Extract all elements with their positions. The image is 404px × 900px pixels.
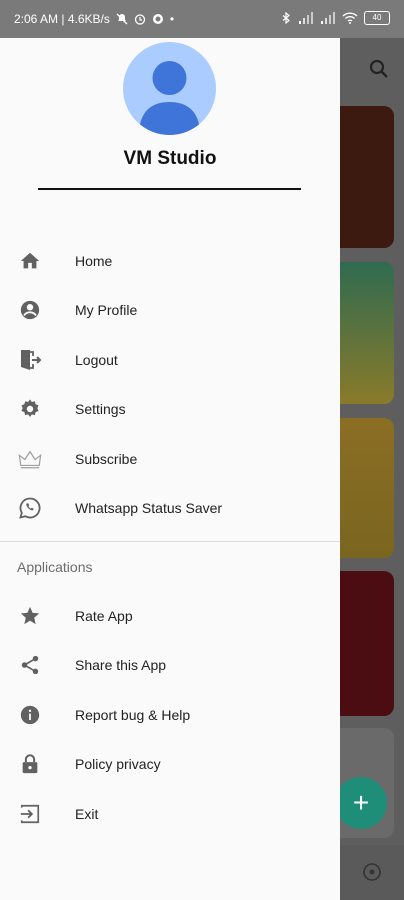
background-app [340, 38, 404, 900]
avatar[interactable] [123, 42, 216, 135]
wifi-icon [342, 12, 358, 24]
menu-item-report-bug[interactable]: Report bug & Help [0, 690, 340, 740]
home-icon [18, 249, 42, 273]
lock-icon [18, 752, 42, 776]
share-icon [18, 653, 42, 677]
menu-item-label: Home [75, 252, 113, 269]
menu-item-label: Subscribe [75, 450, 138, 467]
background-card-2 [340, 262, 394, 404]
menu-item-policy-privacy[interactable]: Policy privacy [0, 740, 340, 790]
section-divider [0, 541, 340, 542]
background-card-1 [340, 106, 394, 248]
whatsapp-icon [18, 496, 42, 520]
crown-icon [18, 447, 42, 471]
menu-item-my-profile[interactable]: My Profile [0, 286, 340, 336]
add-fab-button[interactable]: + [335, 777, 387, 829]
menu-item-logout[interactable]: Logout [0, 335, 340, 385]
gear-icon [18, 397, 42, 421]
person-icon [139, 61, 200, 135]
signal-icon [299, 12, 313, 24]
bluetooth-icon [282, 12, 290, 24]
applications-menu: Rate App Share this App Report bug & Hel… [0, 591, 340, 839]
profile-name: VM Studio [123, 148, 217, 169]
exit-icon [18, 802, 42, 826]
section-title-applications: Applications [17, 559, 93, 575]
menu-item-exit[interactable]: Exit [0, 789, 340, 839]
menu-item-whatsapp-status-saver[interactable]: Whatsapp Status Saver [0, 484, 340, 534]
alarm-icon [134, 14, 145, 25]
menu-item-label: Logout [75, 351, 118, 368]
menu-item-label: Share this App [75, 657, 167, 674]
menu-item-label: Report bug & Help [75, 706, 191, 723]
menu-item-label: Whatsapp Status Saver [75, 500, 223, 517]
menu-item-label: Settings [75, 401, 126, 418]
main-menu: Home My Profile Logout Settings Subscrib… [0, 236, 340, 533]
menu-item-subscribe[interactable]: Subscribe [0, 434, 340, 484]
menu-item-label: Policy privacy [75, 756, 161, 773]
status-bar: 2:06 AM | 4.6KB/s • 40 [0, 0, 404, 38]
background-card-4 [340, 571, 394, 716]
battery-icon: 40 [364, 11, 390, 25]
more-dot-icon: • [169, 12, 175, 26]
background-card-3 [340, 418, 394, 558]
logout-door-icon [18, 348, 42, 372]
app-notification-icon [152, 14, 163, 24]
navigation-drawer: VM Studio Home My Profile Logout Setting… [0, 38, 340, 900]
menu-item-home[interactable]: Home [0, 236, 340, 286]
info-icon [18, 703, 42, 727]
notification-off-icon [116, 13, 128, 25]
status-time: 2:06 AM | 4.6KB/s [14, 12, 110, 26]
compass-icon[interactable] [362, 862, 382, 882]
account-circle-icon [18, 298, 42, 322]
menu-item-settings[interactable]: Settings [0, 385, 340, 435]
menu-item-label: Rate App [75, 607, 133, 624]
search-icon[interactable] [368, 58, 390, 80]
signal-icon-2 [321, 12, 335, 24]
star-icon [18, 604, 42, 628]
menu-item-rate-app[interactable]: Rate App [0, 591, 340, 641]
menu-item-label: Exit [75, 805, 99, 822]
menu-item-share-app[interactable]: Share this App [0, 641, 340, 691]
menu-item-label: My Profile [75, 302, 138, 319]
header-divider [38, 188, 301, 190]
